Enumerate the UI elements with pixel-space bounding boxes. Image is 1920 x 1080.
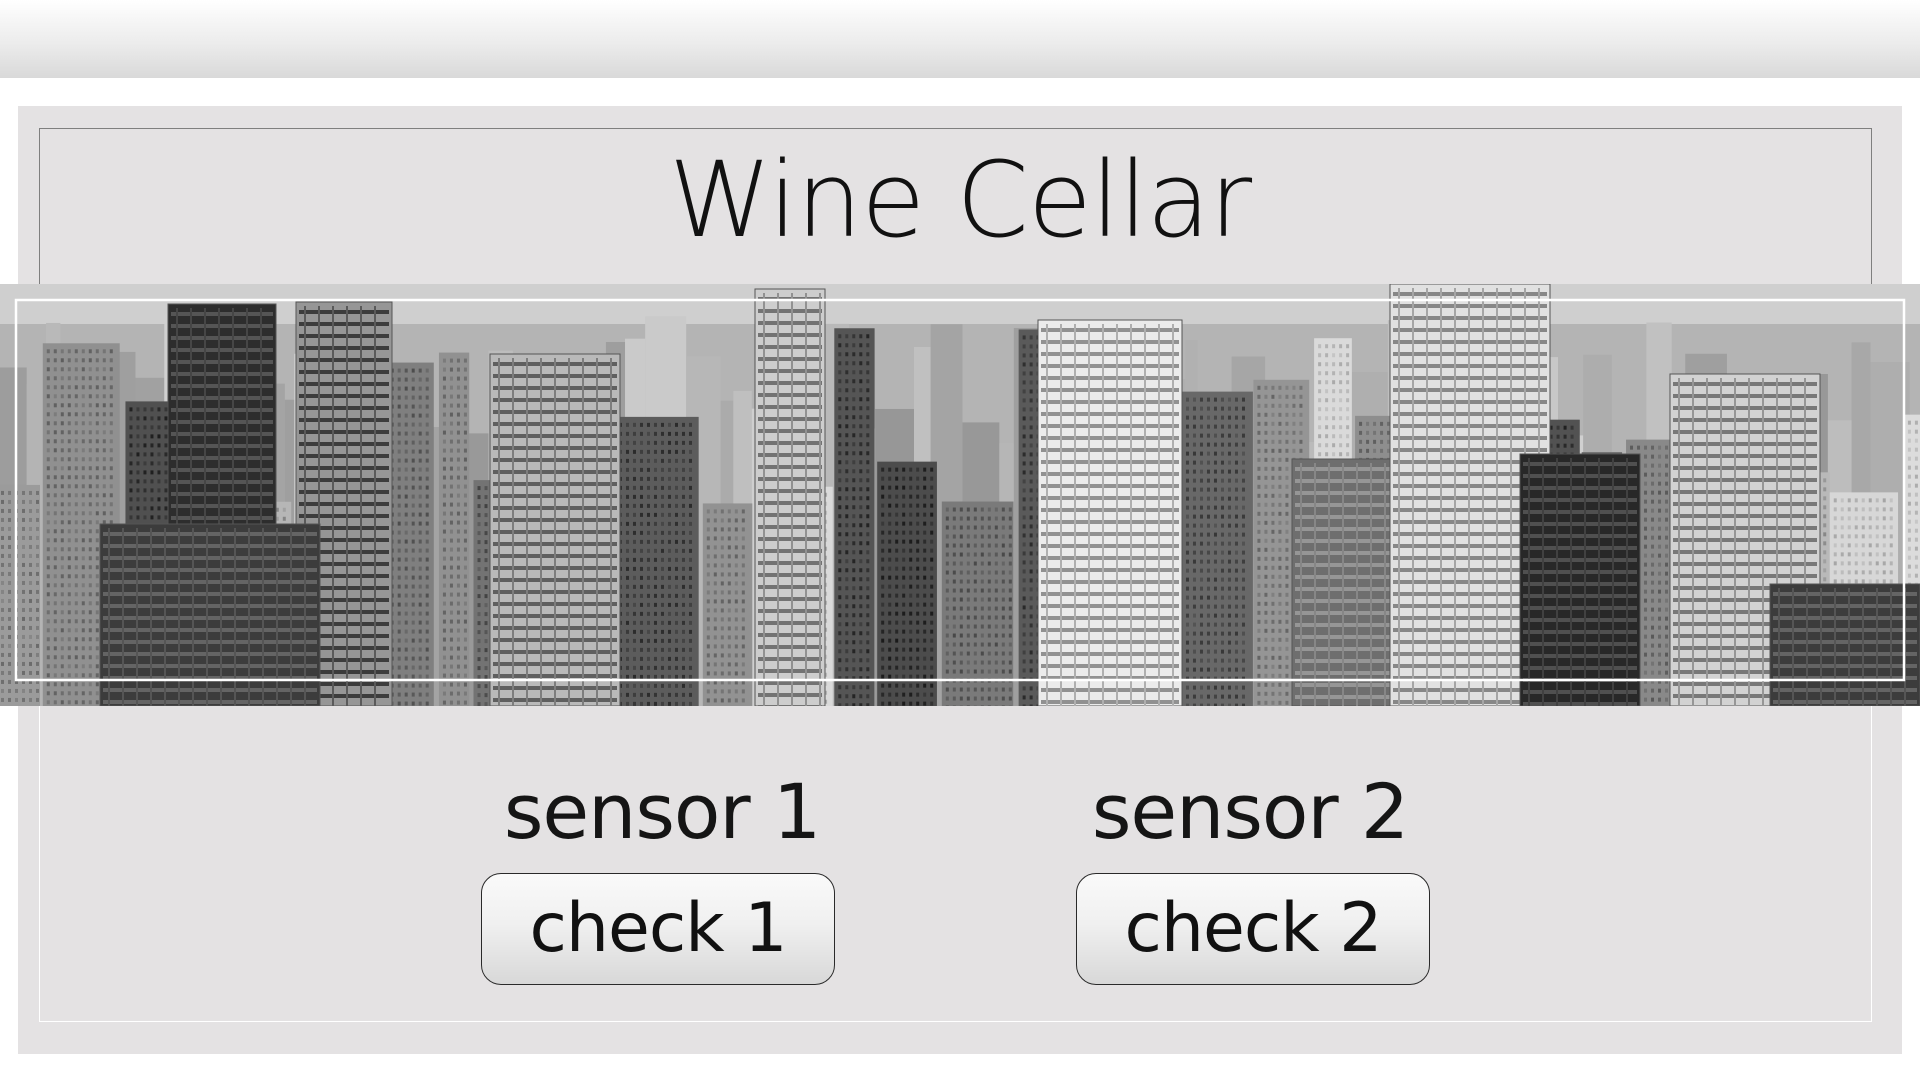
page-title: Wine Cellar bbox=[668, 139, 1252, 261]
sensor-2-label: sensor 2 bbox=[1091, 767, 1409, 856]
panel-frame-lower bbox=[39, 706, 1872, 1022]
check-2-button[interactable]: check 2 bbox=[1076, 873, 1430, 985]
check-1-button[interactable]: check 1 bbox=[481, 873, 835, 985]
city-skyline-image bbox=[0, 284, 1920, 706]
top-toolbar bbox=[0, 0, 1920, 78]
sensor-1-label: sensor 1 bbox=[503, 767, 821, 856]
